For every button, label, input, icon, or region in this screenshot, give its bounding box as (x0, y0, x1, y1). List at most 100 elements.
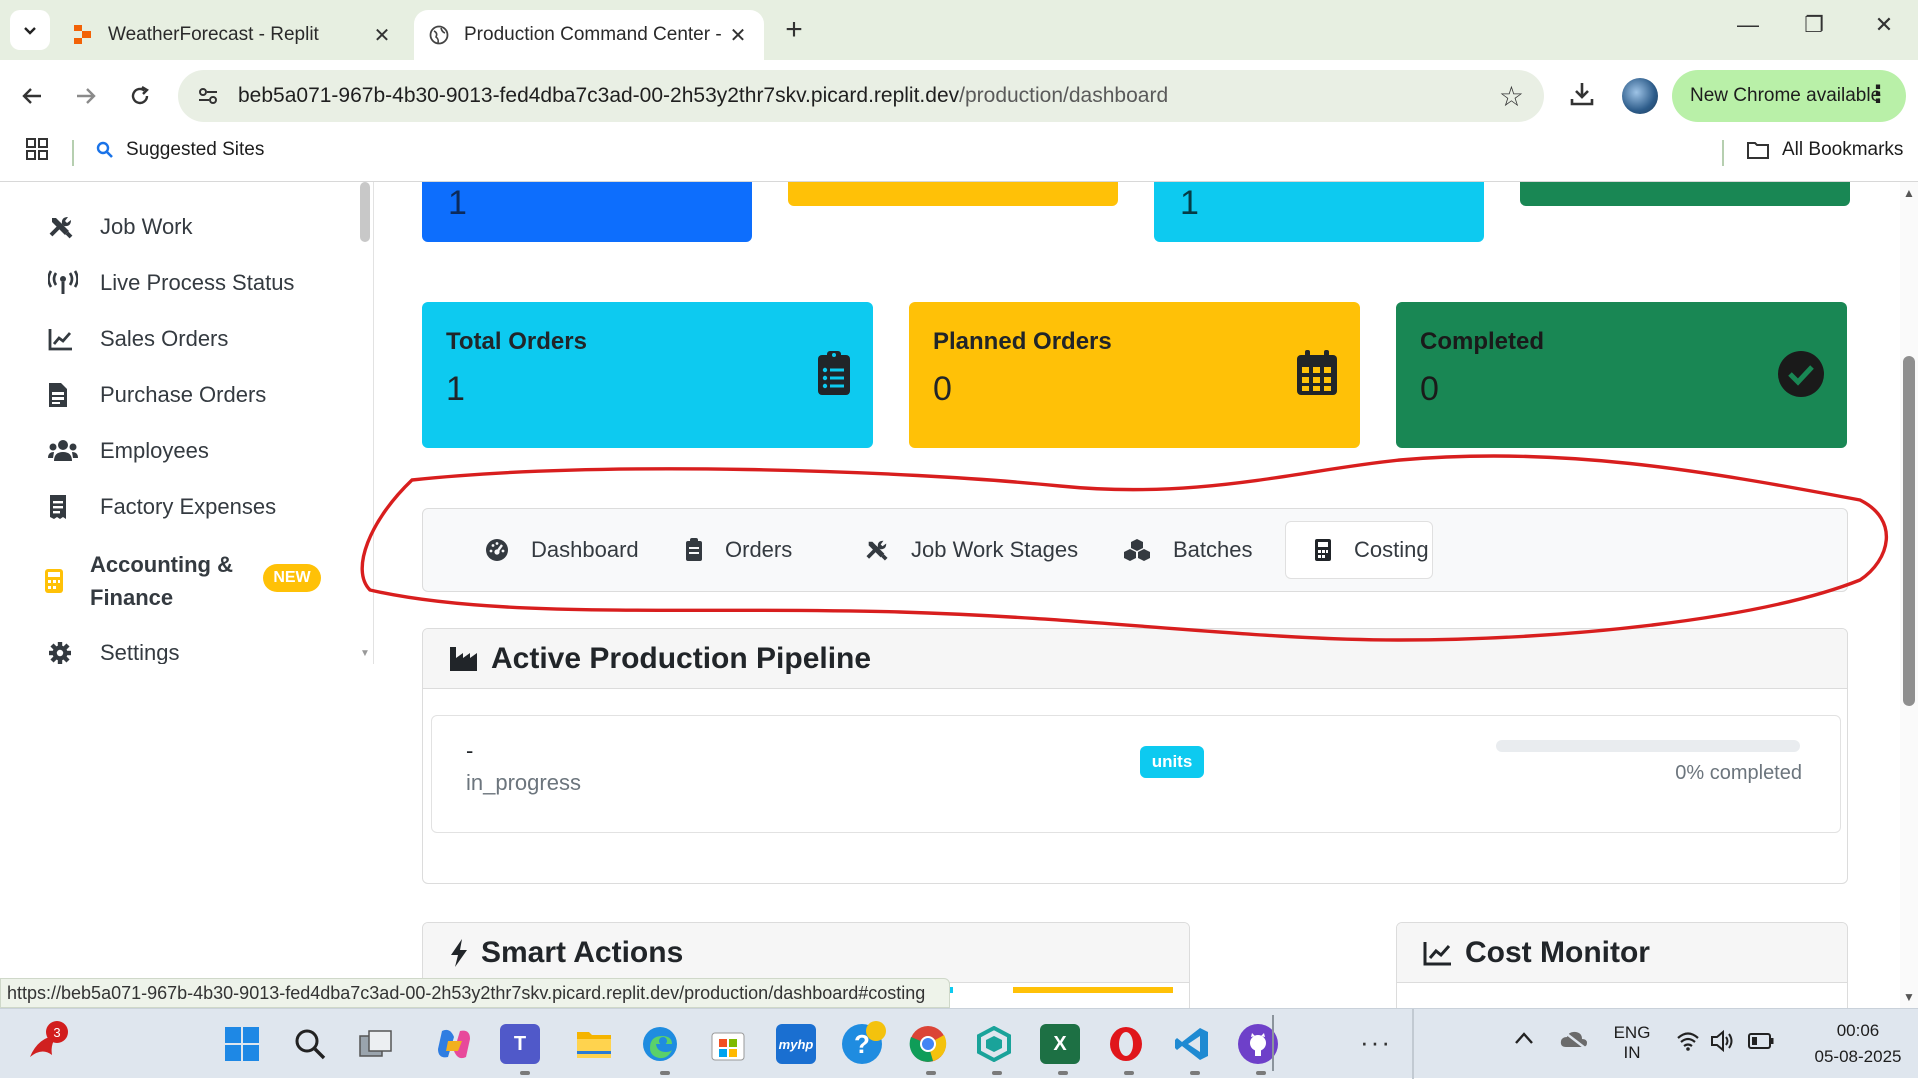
tab-dashboard[interactable]: Dashboard (457, 521, 667, 579)
suggested-sites-bookmark[interactable]: Suggested Sites (96, 138, 264, 162)
stat-label: Completed (1420, 328, 1545, 355)
clock-date: 05-08-2025 (1814, 1047, 1902, 1066)
top-card-cyan: 1 (1154, 182, 1484, 242)
lang-line: ENG (1613, 1023, 1651, 1042)
restore-icon[interactable]: ❐ (1794, 12, 1834, 38)
sidebar-item-label: Factory Expenses (100, 494, 277, 519)
check-circle-icon (1777, 350, 1825, 403)
update-label: New Chrome available (1690, 85, 1882, 106)
address-bar[interactable]: beb5a071-967b-4b30-9013-fed4dba7c3ad-00-… (178, 70, 1544, 122)
sidebar-item-label: Accounting & Finance (90, 552, 233, 610)
all-bookmarks-button[interactable]: All Bookmarks (1746, 138, 1903, 162)
tab-weatherforecast[interactable]: WeatherForecast - Replit ✕ (58, 10, 408, 60)
sidebar-item-employees[interactable]: Employees (48, 438, 209, 464)
tab-label: Costing (1354, 537, 1429, 562)
sidebar-item-purchase-orders[interactable]: Purchase Orders (48, 382, 266, 408)
chart-line-icon (48, 327, 100, 351)
tab-label: Job Work Stages (911, 537, 1079, 562)
file-explorer-icon[interactable] (574, 1024, 614, 1064)
bolt-icon (449, 938, 469, 968)
running-indicator (926, 1071, 936, 1075)
close-icon[interactable]: ✕ (726, 23, 750, 48)
panel-title: Active Production Pipeline (491, 641, 872, 675)
chart-line-icon (1423, 940, 1453, 966)
page-scrollbar-thumb[interactable] (1903, 356, 1915, 706)
new-tab-button[interactable]: + (778, 14, 810, 46)
sidebar-item-accounting-finance[interactable]: Accounting & Finance (44, 548, 244, 614)
tab-production-command-center[interactable]: Production Command Center - ✕ (414, 10, 764, 60)
stat-value: 1 (446, 370, 465, 408)
broadcast-icon (48, 270, 100, 296)
sidebar-item-settings[interactable]: Settings (48, 640, 180, 664)
more-vert-icon[interactable]: ⋮ (1866, 80, 1890, 109)
onedrive-offline-icon[interactable] (1560, 1029, 1588, 1054)
stat-value: 0 (1420, 370, 1439, 408)
gear-icon (48, 641, 100, 664)
wifi-icon[interactable] (1676, 1031, 1700, 1056)
profile-avatar[interactable] (1622, 78, 1658, 114)
sidebar-item-factory-expenses[interactable]: Factory Expenses (48, 494, 276, 520)
back-icon[interactable] (14, 78, 50, 114)
folder-icon (1747, 142, 1769, 159)
excel-icon[interactable]: X (1040, 1024, 1080, 1064)
bookmark-star-icon[interactable]: ☆ (1499, 80, 1524, 113)
close-icon[interactable]: ✕ (370, 23, 394, 48)
overflow-dots-icon[interactable]: ··· (1360, 1027, 1392, 1058)
scroll-down-arrow-icon[interactable]: ▼ (360, 648, 370, 659)
forward-icon[interactable] (68, 78, 104, 114)
myhp-icon[interactable]: myhp (776, 1024, 816, 1064)
minimize-icon[interactable]: — (1728, 12, 1768, 38)
tab-job-work-stages[interactable]: Job Work Stages (837, 521, 1106, 579)
copilot-icon[interactable] (434, 1024, 474, 1064)
tab-strip: WeatherForecast - Replit ✕ Production Co… (0, 0, 1918, 60)
site-settings-icon[interactable] (178, 85, 238, 107)
opera-icon[interactable] (1106, 1024, 1146, 1064)
tab-label: Batches (1173, 537, 1253, 562)
sidebar-item-sales-orders[interactable]: Sales Orders (48, 326, 228, 352)
windows-start-icon[interactable] (222, 1024, 262, 1064)
clipboard-list-icon (817, 350, 851, 401)
reload-icon[interactable] (122, 78, 158, 114)
scroll-down-arrow-icon[interactable]: ▼ (1903, 990, 1915, 1004)
app-hexagon-icon[interactable] (974, 1024, 1014, 1064)
help-notification-dot (866, 1021, 886, 1041)
stat-label: Total Orders (446, 328, 587, 355)
partial-button (1013, 987, 1173, 993)
window-close-icon[interactable]: ✕ (1864, 12, 1904, 38)
microsoft-store-icon[interactable] (708, 1024, 748, 1064)
sidebar-scrollbar[interactable] (360, 182, 370, 242)
search-icon[interactable] (290, 1024, 330, 1064)
tab-search-button[interactable] (10, 10, 50, 50)
running-indicator (1256, 1071, 1266, 1075)
tab-orders[interactable]: Orders (657, 521, 820, 579)
sidebar-item-label: Purchase Orders (100, 382, 267, 407)
tab-batches[interactable]: Batches (1095, 521, 1281, 579)
calculator-icon (1314, 538, 1332, 562)
clock[interactable]: 00:06 05-08-2025 (1808, 1021, 1908, 1067)
vscode-icon[interactable] (1172, 1024, 1212, 1064)
apps-grid-icon[interactable] (26, 138, 48, 165)
clock-time: 00:06 (1836, 1021, 1880, 1040)
sidebar-item-live-process-status[interactable]: Live Process Status (48, 270, 294, 296)
stat-value: 0 (933, 370, 952, 408)
pipeline-item[interactable]: - in_progress units 0% completed (431, 715, 1841, 833)
browser-frame: WeatherForecast - Replit ✕ Production Co… (0, 0, 1918, 182)
tab-costing[interactable]: Costing (1285, 521, 1433, 579)
stat-card-completed: Completed 0 (1396, 302, 1847, 448)
chevron-up-icon[interactable] (1514, 1031, 1534, 1050)
edge-icon[interactable] (640, 1024, 680, 1064)
download-icon[interactable] (1568, 80, 1596, 113)
chrome-icon[interactable] (908, 1024, 948, 1064)
sidebar-item-job-work[interactable]: Job Work (48, 214, 193, 240)
scroll-up-arrow-icon[interactable]: ▲ (1903, 186, 1915, 200)
running-indicator (520, 1071, 530, 1075)
battery-icon[interactable] (1748, 1033, 1774, 1054)
sidebar-item-label: Job Work (100, 214, 193, 239)
tab-title: WeatherForecast - Replit (108, 24, 319, 45)
language-indicator[interactable]: ENG IN (1612, 1023, 1652, 1063)
new-chrome-available-button[interactable]: New Chrome available ⋮ (1672, 70, 1906, 122)
volume-icon[interactable] (1710, 1029, 1736, 1058)
stat-card-planned-orders: Planned Orders 0 (909, 302, 1360, 448)
teams-icon[interactable]: T (500, 1024, 540, 1064)
task-view-icon[interactable] (356, 1024, 396, 1064)
